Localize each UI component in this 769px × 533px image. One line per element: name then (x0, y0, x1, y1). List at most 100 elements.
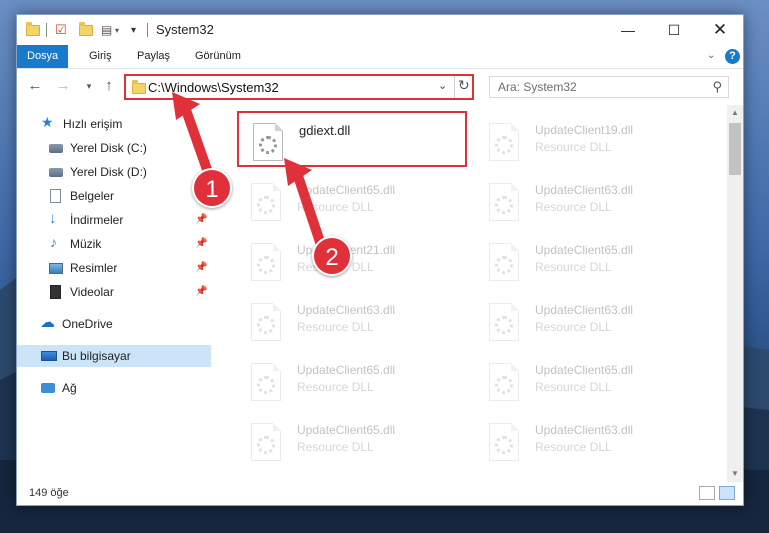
file-item[interactable]: UpdateClient63.dll Resource DLL (237, 293, 467, 349)
scroll-down-icon[interactable]: ▼ (727, 466, 743, 482)
properties-icon[interactable]: ☑ (55, 22, 67, 38)
sidebar-item-label: Yerel Disk (D:) (70, 165, 147, 179)
music-icon: ♪ (50, 234, 57, 250)
sidebar-item-quick-access[interactable]: ★ Hızlı erişim (17, 113, 211, 135)
pin-icon[interactable]: 📌 (195, 209, 207, 231)
download-icon: ↓ (49, 210, 57, 227)
file-item[interactable]: UpdateClient65.dll Resource DLL (475, 233, 705, 289)
file-name: UpdateClient63.dll (535, 303, 634, 317)
drive-icon (49, 168, 63, 177)
file-item[interactable]: UpdateClient63.dll Resource DLL (475, 173, 705, 229)
sidebar-item-local-disk-d[interactable]: Yerel Disk (D:) (17, 161, 211, 183)
pictures-icon (49, 263, 63, 274)
sidebar-item-pictures[interactable]: Resimler 📌 (17, 257, 211, 279)
folder-icon (132, 80, 146, 94)
back-button[interactable]: ← (25, 76, 45, 96)
file-item[interactable]: UpdateClient21.dll Resource DLL (237, 233, 467, 289)
file-list: gdiext.dll UpdateClient19.dll Resource D… (223, 105, 728, 480)
tab-paylas[interactable]: Paylaş (127, 45, 180, 68)
pin-icon[interactable]: 📌 (195, 257, 207, 279)
sidebar-item-label: Videolar (70, 285, 114, 299)
chevron-down-icon[interactable]: ⌄ (438, 79, 447, 92)
large-icons-view-icon[interactable] (719, 486, 735, 500)
item-count: 149 öğe (29, 487, 69, 499)
address-bar[interactable]: C:\Windows\System32 ⌄ ↻ (124, 74, 474, 100)
star-icon: ★ (41, 114, 54, 130)
sidebar-item-documents[interactable]: Belgeler 📌 (17, 185, 211, 207)
drive-icon (49, 144, 63, 153)
explorer-window: ☑ ▤ ▾ ▾ System32 — ☐ ✕ Dosya Giriş Payla… (16, 14, 744, 506)
status-bar: 149 öğe (17, 483, 743, 505)
quick-access-dropdown[interactable]: ▾ (131, 22, 136, 38)
window-title: System32 (156, 22, 214, 37)
search-input[interactable]: Ara: System32 (498, 80, 577, 94)
file-type: Resource DLL (297, 200, 374, 214)
document-icon (50, 189, 61, 203)
file-name: UpdateClient65.dll (535, 363, 634, 377)
tab-gorunum[interactable]: Görünüm (185, 45, 251, 68)
help-button[interactable]: ? (725, 49, 740, 64)
separator (147, 23, 148, 37)
file-type: Resource DLL (535, 260, 612, 274)
file-item-gdiext[interactable]: gdiext.dll (237, 111, 467, 167)
forward-button[interactable]: → (53, 76, 73, 96)
search-icon[interactable]: ⚲ (712, 79, 722, 95)
file-type: Resource DLL (535, 320, 612, 334)
file-name: UpdateClient65.dll (297, 183, 396, 197)
network-icon (41, 383, 55, 393)
details-view-icon[interactable] (699, 486, 715, 500)
sidebar-item-downloads[interactable]: ↓ İndirmeler 📌 (17, 209, 211, 231)
ribbon-expand-icon[interactable]: ⌄ (707, 50, 715, 61)
search-box[interactable]: Ara: System32 ⚲ (489, 76, 729, 98)
vertical-scrollbar[interactable]: ▲ ▼ (727, 105, 743, 482)
file-item[interactable]: UpdateClient65.dll Resource DLL (237, 353, 467, 409)
sidebar-item-music[interactable]: ♪ Müzik 📌 (17, 233, 211, 255)
file-type: Resource DLL (535, 440, 612, 454)
recent-locations-button[interactable]: ▾ (79, 76, 99, 96)
file-item[interactable]: UpdateClient65.dll Resource DLL (475, 353, 705, 409)
sidebar-item-local-disk-c[interactable]: Yerel Disk (C:) (17, 137, 211, 159)
sidebar-item-network[interactable]: Ağ (17, 377, 211, 399)
scroll-thumb[interactable] (729, 123, 741, 175)
file-name: UpdateClient65.dll (535, 243, 634, 257)
new-folder-icon[interactable] (79, 21, 93, 38)
file-item[interactable]: UpdateClient19.dll Resource DLL (475, 113, 705, 169)
title-bar: ☑ ▤ ▾ ▾ System32 — ☐ ✕ (17, 15, 743, 45)
pin-icon[interactable]: 📌 (195, 233, 207, 255)
dll-file-icon (489, 123, 519, 161)
file-item[interactable]: UpdateClient63.dll Resource DLL (475, 413, 705, 469)
up-button[interactable]: ↑ (99, 76, 119, 96)
sidebar-item-label: Müzik (70, 237, 102, 251)
scroll-up-icon[interactable]: ▲ (727, 105, 743, 121)
sidebar-item-onedrive[interactable]: ☁ OneDrive (17, 313, 211, 335)
file-type: Resource DLL (535, 380, 612, 394)
sidebar-item-label: İndirmeler (70, 213, 124, 227)
minimize-button[interactable]: — (605, 15, 651, 45)
pin-icon[interactable]: 📌 (195, 281, 207, 303)
tab-dosya[interactable]: Dosya (17, 45, 69, 68)
dll-file-icon (489, 303, 519, 341)
dll-file-icon (251, 363, 281, 401)
sidebar-item-label: Hızlı erişim (63, 117, 123, 131)
cloud-icon: ☁ (40, 314, 55, 331)
customize-icon[interactable]: ▤ (101, 22, 112, 38)
file-item[interactable]: UpdateClient65.dll Resource DLL (237, 413, 467, 469)
file-item[interactable]: UpdateClient63.dll Resource DLL (475, 293, 705, 349)
separator (46, 23, 47, 37)
address-path[interactable]: C:\Windows\System32 (148, 80, 279, 95)
navigation-pane: ★ Hızlı erişim Yerel Disk (C:) Yerel Dis… (17, 105, 211, 485)
video-icon (50, 285, 61, 299)
tab-giris[interactable]: Giriş (79, 45, 122, 68)
dropdown-icon[interactable]: ▾ (115, 22, 119, 38)
maximize-button[interactable]: ☐ (651, 15, 697, 45)
refresh-icon[interactable]: ↻ (458, 77, 470, 94)
file-name: UpdateClient19.dll (535, 123, 634, 137)
sidebar-item-videos[interactable]: Videolar 📌 (17, 281, 211, 303)
file-item[interactable]: UpdateClient65.dll Resource DLL (237, 173, 467, 229)
file-type: Resource DLL (297, 380, 374, 394)
sidebar-item-this-pc[interactable]: Bu bilgisayar (17, 345, 211, 367)
dll-file-icon (251, 183, 281, 221)
close-button[interactable]: ✕ (697, 15, 743, 45)
dll-file-icon (489, 183, 519, 221)
sidebar-item-label: Resimler (70, 261, 118, 275)
